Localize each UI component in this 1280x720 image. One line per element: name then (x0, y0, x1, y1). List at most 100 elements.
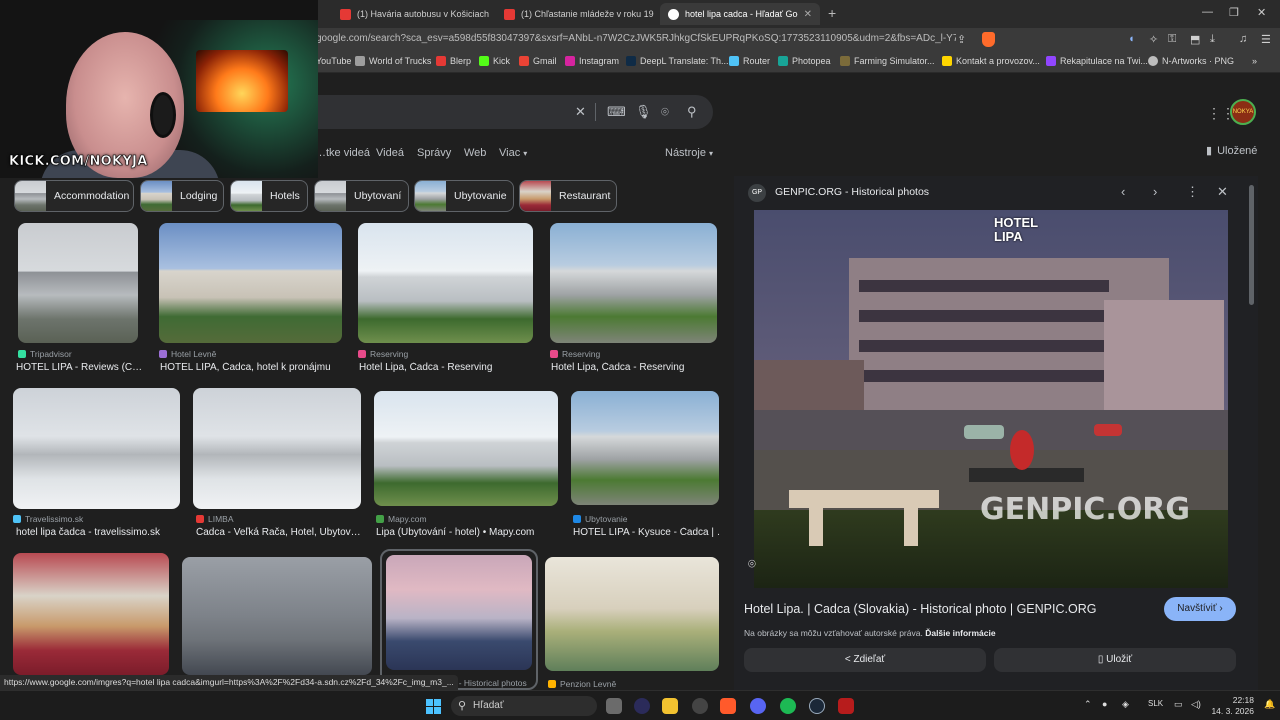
volume-icon[interactable]: ◁) (1191, 699, 1201, 710)
lens-icon[interactable]: ⌾ (661, 104, 669, 120)
clock[interactable]: 22:18 14. 3. 2026 (1206, 695, 1254, 717)
app-icon[interactable] (634, 698, 650, 714)
menu-icon[interactable]: ☰ (1261, 33, 1271, 46)
image-result[interactable] (182, 557, 372, 675)
image-result[interactable]: Reserving Hotel Lipa, Čadca - Reserving (550, 223, 718, 373)
tab-1[interactable]: (1) Havária autobusu v Košiciach (19… (332, 3, 490, 25)
tab-2[interactable]: (1) Chľastanie mládeže v roku 1985 … (496, 3, 654, 25)
chevron-right-icon[interactable]: › (1153, 184, 1157, 199)
audio-icon[interactable]: ◖ (1128, 33, 1135, 45)
chip-ubytovanie[interactable]: Ubytovanie (414, 180, 514, 212)
result-thumbnail[interactable] (182, 557, 372, 675)
image-result-selected[interactable]: …C.ORG - Historical photos (380, 549, 538, 690)
image-result[interactable]: Ubytovanie HOTEL LIPA - Kysuce - Čadca |… (571, 391, 719, 542)
bookmark-gmail[interactable]: Gmail (519, 56, 557, 66)
minimize-icon[interactable]: — (1202, 6, 1213, 18)
notification-icon[interactable]: 🔔 (1264, 699, 1275, 710)
preview-title[interactable]: Hotel Lipa. | Cadca (Slovakia) - Histori… (744, 602, 1096, 616)
task-view-icon[interactable] (606, 698, 622, 714)
bookmark-deepl[interactable]: DeepL Translate: Th... (626, 56, 729, 66)
discord-icon[interactable] (750, 698, 766, 714)
save-button[interactable]: ▯ Uložiť (994, 648, 1236, 672)
tools-button[interactable]: Nástroje ▾ (665, 147, 713, 159)
music-icon[interactable]: ♫ (1239, 33, 1247, 45)
bookmark-router[interactable]: Router (729, 56, 770, 66)
more-options-icon[interactable]: ⋮ (1186, 184, 1199, 200)
obs-icon[interactable] (692, 698, 708, 714)
tab-news[interactable]: Správy (417, 147, 451, 159)
bookmark-blerp[interactable]: Blerp (436, 56, 471, 66)
result-title[interactable]: Hotel Lipa, Čadca - Reserving (551, 362, 718, 373)
image-result[interactable]: Tripadvisor HOTEL LIPA - Reviews (C… (16, 223, 143, 373)
search-icon[interactable]: ⚲ (687, 104, 697, 120)
bookmark-photopea[interactable]: Photopea (778, 56, 831, 66)
steam-icon[interactable] (809, 698, 825, 714)
result-thumbnail[interactable] (545, 557, 719, 671)
tab-3-active[interactable]: hotel lipa cadca - Hľadať Googl… ✕ (660, 3, 820, 25)
result-thumbnail[interactable] (550, 223, 717, 343)
more-info-link[interactable]: Ďalšie informácie (925, 628, 995, 638)
close-tab-icon[interactable]: ✕ (804, 9, 812, 20)
image-result[interactable]: Mapy.com Lipa (Ubytování - hotel) • Mapy… (374, 391, 560, 542)
share-button[interactable]: < Zdieľať (744, 648, 986, 672)
search-box[interactable]: ✕ ⌨ 🎙 ⌾ ⚲ (300, 95, 713, 129)
scrollbar[interactable] (1249, 185, 1254, 305)
bookmark-n-artworks[interactable]: N-Artworks · PNG (1148, 56, 1234, 66)
close-window-icon[interactable]: ✕ (1257, 6, 1266, 19)
download-icon[interactable]: ⤓ (1210, 33, 1215, 46)
bookmark-instagram[interactable]: Instagram (565, 56, 619, 66)
game-icon[interactable] (838, 698, 854, 714)
share-icon[interactable]: ⇪ (957, 33, 966, 46)
bookmark-world-of-trucks[interactable]: World of Trucks (355, 56, 431, 66)
image-result[interactable]: LIMBA Čadca - Veľká Rača, Hotel, Ubytov… (193, 388, 363, 542)
chevron-up-icon[interactable]: ⌃ (1084, 699, 1092, 710)
clear-search-icon[interactable]: ✕ (575, 104, 586, 120)
result-title[interactable]: Hotel Lipa, Čadca - Reserving (359, 362, 536, 373)
image-result[interactable] (13, 553, 170, 675)
windows-start-icon[interactable] (426, 699, 441, 714)
tab-short-videos[interactable]: …tke videá (315, 147, 370, 159)
result-title[interactable]: HOTEL LIPA - Kysuce - Čadca | … (573, 527, 719, 538)
preview-image[interactable]: HOTEL LIPA GENPIC.ORG (754, 210, 1228, 588)
result-title[interactable]: HOTEL LIPA - Reviews (C… (16, 362, 141, 373)
bookmark-farming-simulator[interactable]: Farming Simulator... (840, 56, 935, 66)
chip-lodging[interactable]: Lodging (140, 180, 224, 212)
image-result[interactable]: Penzion Levně (545, 557, 720, 690)
tab-more[interactable]: Viac ▾ (499, 147, 527, 159)
result-title[interactable]: HOTEL LIPA, Čadca, hotel k pronájmu (160, 362, 344, 373)
bookmark-kick[interactable]: Kick (479, 56, 510, 66)
microphone-icon[interactable]: 🎙 (635, 104, 652, 120)
image-result[interactable]: Reserving Hotel Lipa, Čadca - Reserving (358, 223, 536, 373)
result-thumbnail[interactable] (13, 388, 180, 509)
brave-shields-icon[interactable] (982, 32, 995, 47)
result-thumbnail[interactable] (13, 553, 169, 675)
result-title[interactable]: Čadca - Veľká Rača, Hotel, Ubytov… (196, 527, 363, 538)
file-explorer-icon[interactable] (662, 698, 678, 714)
tab-web[interactable]: Web (464, 147, 486, 159)
extension-icon[interactable]: ✧ (1149, 33, 1158, 46)
preview-site-name[interactable]: GENPIC.ORG - Historical photos (775, 186, 929, 198)
bookmark-youtube[interactable]: YouTube (316, 56, 351, 66)
bookmark-kontakt[interactable]: Kontakt a provozov... (942, 56, 1040, 66)
result-thumbnail[interactable] (386, 555, 532, 670)
password-icon[interactable]: ⚿ (1168, 33, 1176, 46)
tray-app-icon[interactable]: ◈ (1122, 699, 1129, 710)
network-icon[interactable]: ▭ (1174, 699, 1183, 710)
result-thumbnail[interactable] (159, 223, 342, 343)
result-thumbnail[interactable] (193, 388, 361, 509)
new-tab-button[interactable]: + (828, 5, 836, 21)
lens-search-icon[interactable]: ⌾ (748, 556, 756, 572)
bookmark-rekapitulace[interactable]: Rekapitulace na Twi... (1046, 56, 1148, 66)
image-result[interactable]: Travelissimo.sk hotel lipa čadca - trave… (13, 388, 181, 542)
keyboard-icon[interactable]: ⌨ (607, 104, 626, 120)
tab-videos[interactable]: Videá (376, 147, 404, 159)
chip-hotels[interactable]: Hotels (230, 180, 308, 212)
puzzle-icon[interactable]: ⬒ (1190, 33, 1200, 46)
language-indicator[interactable]: SLK (1148, 699, 1163, 708)
tray-app-icon[interactable]: ● (1102, 699, 1107, 709)
result-thumbnail[interactable] (374, 391, 558, 506)
saved-button[interactable]: ▮ Uložené (1206, 144, 1257, 158)
spotify-icon[interactable] (780, 698, 796, 714)
result-thumbnail[interactable] (358, 223, 533, 343)
visit-button[interactable]: Navštíviť › (1164, 597, 1236, 621)
